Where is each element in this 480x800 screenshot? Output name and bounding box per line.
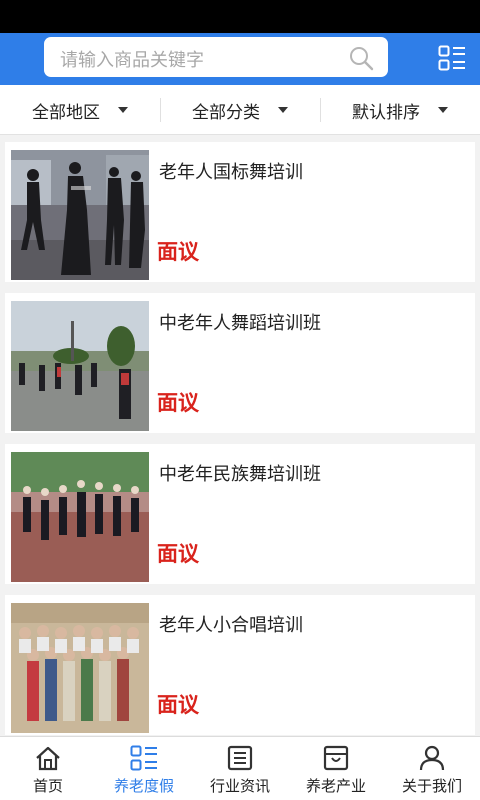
list-icon xyxy=(130,745,157,771)
tab-news[interactable]: 行业资讯 xyxy=(192,737,288,800)
bottom-tab-bar: 首页 养老度假 行业资讯 养老产业 关于我们 xyxy=(0,736,480,800)
tab-about[interactable]: 关于我们 xyxy=(384,737,480,800)
list-item[interactable]: 老年人小合唱培训 面议 xyxy=(5,595,475,735)
header: 请输入商品关键字 xyxy=(0,33,480,85)
caret-down-icon xyxy=(278,107,288,113)
filter-category[interactable]: 全部分类 xyxy=(160,85,320,135)
filter-sort[interactable]: 默认排序 xyxy=(320,85,480,135)
filter-bar: 全部地区 全部分类 默认排序 xyxy=(0,85,480,135)
product-thumbnail xyxy=(11,603,149,733)
item-price: 面议 xyxy=(157,391,199,415)
item-title: 老年人小合唱培训 xyxy=(159,615,303,636)
status-bar xyxy=(0,0,480,33)
category-menu-icon[interactable] xyxy=(438,45,466,71)
list-item[interactable]: 老年人国标舞培训 面议 xyxy=(5,142,475,282)
tab-industry-label: 养老产业 xyxy=(305,777,366,795)
search-icon[interactable] xyxy=(348,45,374,71)
filter-region-label: 全部地区 xyxy=(32,102,100,123)
tab-industry[interactable]: 养老产业 xyxy=(288,737,384,800)
item-title: 老年人国标舞培训 xyxy=(159,162,303,183)
caret-down-icon xyxy=(118,107,128,113)
user-icon xyxy=(419,745,445,771)
product-thumbnail xyxy=(11,452,149,582)
tab-home[interactable]: 首页 xyxy=(0,737,96,800)
search-placeholder: 请输入商品关键字 xyxy=(60,50,204,71)
tab-vacation[interactable]: 养老度假 xyxy=(96,737,192,800)
filter-sort-label: 默认排序 xyxy=(352,102,420,123)
list-item[interactable]: 中老年人舞蹈培训班 面议 xyxy=(5,293,475,433)
news-icon xyxy=(227,745,253,771)
product-thumbnail xyxy=(11,301,149,431)
item-price: 面议 xyxy=(157,240,199,264)
tab-vacation-label: 养老度假 xyxy=(113,777,174,795)
search-input[interactable]: 请输入商品关键字 xyxy=(44,37,388,77)
tab-home-label: 首页 xyxy=(32,777,63,795)
tab-about-label: 关于我们 xyxy=(401,777,462,795)
store-icon xyxy=(323,745,349,771)
item-title: 中老年人舞蹈培训班 xyxy=(159,313,321,334)
list-item[interactable]: 中老年民族舞培训班 面议 xyxy=(5,444,475,584)
caret-down-icon xyxy=(438,107,448,113)
item-price: 面议 xyxy=(157,542,199,566)
home-icon xyxy=(36,746,60,771)
item-title: 中老年民族舞培训班 xyxy=(159,464,321,485)
filter-category-label: 全部分类 xyxy=(192,102,260,123)
product-thumbnail xyxy=(11,150,149,280)
item-price: 面议 xyxy=(157,693,199,717)
filter-region[interactable]: 全部地区 xyxy=(0,85,160,135)
tab-news-label: 行业资讯 xyxy=(209,777,270,795)
